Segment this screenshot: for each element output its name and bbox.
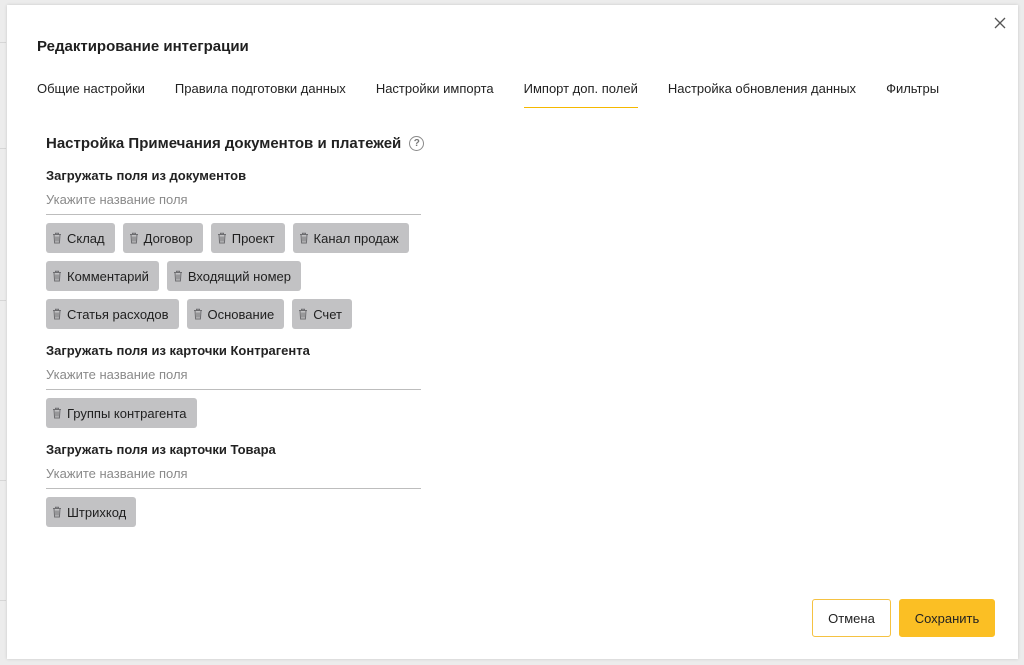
backdrop-divider (0, 42, 6, 43)
trash-icon[interactable] (296, 307, 310, 321)
section-title: Настройка Примечания документов и платеж… (46, 134, 426, 152)
trash-icon[interactable] (191, 307, 205, 321)
tab-general-settings[interactable]: Общие настройки (37, 81, 145, 108)
trash-icon[interactable] (127, 231, 141, 245)
trash-icon[interactable] (171, 269, 185, 283)
trash-icon[interactable] (297, 231, 311, 245)
backdrop-divider (0, 600, 6, 601)
product-fields-chips: Штрихкод (46, 497, 426, 535)
chip-label: Канал продаж (313, 230, 399, 246)
product-field-input[interactable] (46, 459, 421, 489)
chip-label: Проект (231, 230, 275, 246)
trash-icon[interactable] (50, 307, 64, 321)
backdrop-divider (0, 300, 6, 301)
chip-label: Штрихкод (67, 504, 127, 520)
counterparty-fields-chips: Группы контрагента (46, 398, 426, 436)
tab-bar: Общие настройки Правила подготовки данны… (37, 81, 969, 111)
documents-field-input[interactable] (46, 185, 421, 215)
trash-icon[interactable] (50, 231, 64, 245)
tab-data-preparation-rules[interactable]: Правила подготовки данных (175, 81, 346, 108)
chip-label: Входящий номер (187, 268, 291, 284)
chip-label: Комментарий (67, 268, 149, 284)
tab-extra-fields-import[interactable]: Импорт доп. полей (523, 81, 639, 108)
counterparty-fields-label: Загружать поля из карточки Контрагента (46, 343, 310, 358)
counterparty-field-input[interactable] (46, 360, 421, 390)
trash-icon[interactable] (50, 269, 64, 283)
trash-icon[interactable] (215, 231, 229, 245)
help-icon[interactable]: ? (409, 135, 425, 151)
close-button[interactable] (991, 14, 1009, 32)
product-fields-label: Загружать поля из карточки Товара (46, 442, 276, 457)
documents-fields-label: Загружать поля из документов (46, 168, 247, 183)
field-chip[interactable]: Статья расходов (46, 299, 179, 329)
chip-label: Группы контрагента (67, 405, 187, 421)
field-chip[interactable]: Проект (210, 223, 285, 253)
field-chip[interactable]: Группы контрагента (46, 398, 197, 428)
close-icon (994, 17, 1006, 29)
documents-fields-chips: Склад Договор Проект Канал продаж Коммен… (46, 223, 426, 337)
chip-label: Счет (313, 306, 342, 322)
chip-label: Договор (143, 230, 193, 246)
field-chip[interactable]: Договор (122, 223, 203, 253)
field-chip[interactable]: Склад (46, 223, 115, 253)
cancel-button[interactable]: Отмена (812, 599, 891, 637)
tab-import-settings[interactable]: Настройки импорта (376, 81, 494, 108)
field-chip[interactable]: Канал продаж (292, 223, 409, 253)
trash-icon[interactable] (50, 406, 64, 420)
notes-settings-section: Настройка Примечания документов и платеж… (46, 134, 426, 535)
tab-data-update-settings[interactable]: Настройка обновления данных (668, 81, 856, 108)
chip-label: Статья расходов (67, 306, 169, 322)
section-title-text: Настройка Примечания документов и платеж… (46, 134, 402, 152)
field-chip[interactable]: Штрихкод (46, 497, 137, 527)
field-chip[interactable]: Комментарий (46, 261, 159, 291)
backdrop-divider (0, 148, 6, 149)
trash-icon[interactable] (50, 505, 64, 519)
integration-edit-dialog: Редактирование интеграции Общие настройк… (7, 5, 1018, 659)
dialog-title: Редактирование интеграции (37, 38, 249, 55)
field-chip[interactable]: Счет (292, 299, 352, 329)
chip-label: Склад (67, 230, 105, 246)
backdrop-divider (0, 480, 6, 481)
field-chip[interactable]: Входящий номер (166, 261, 301, 291)
chip-label: Основание (207, 306, 275, 322)
save-button[interactable]: Сохранить (899, 599, 995, 637)
field-chip[interactable]: Основание (186, 299, 285, 329)
tab-filters[interactable]: Фильтры (886, 81, 939, 108)
